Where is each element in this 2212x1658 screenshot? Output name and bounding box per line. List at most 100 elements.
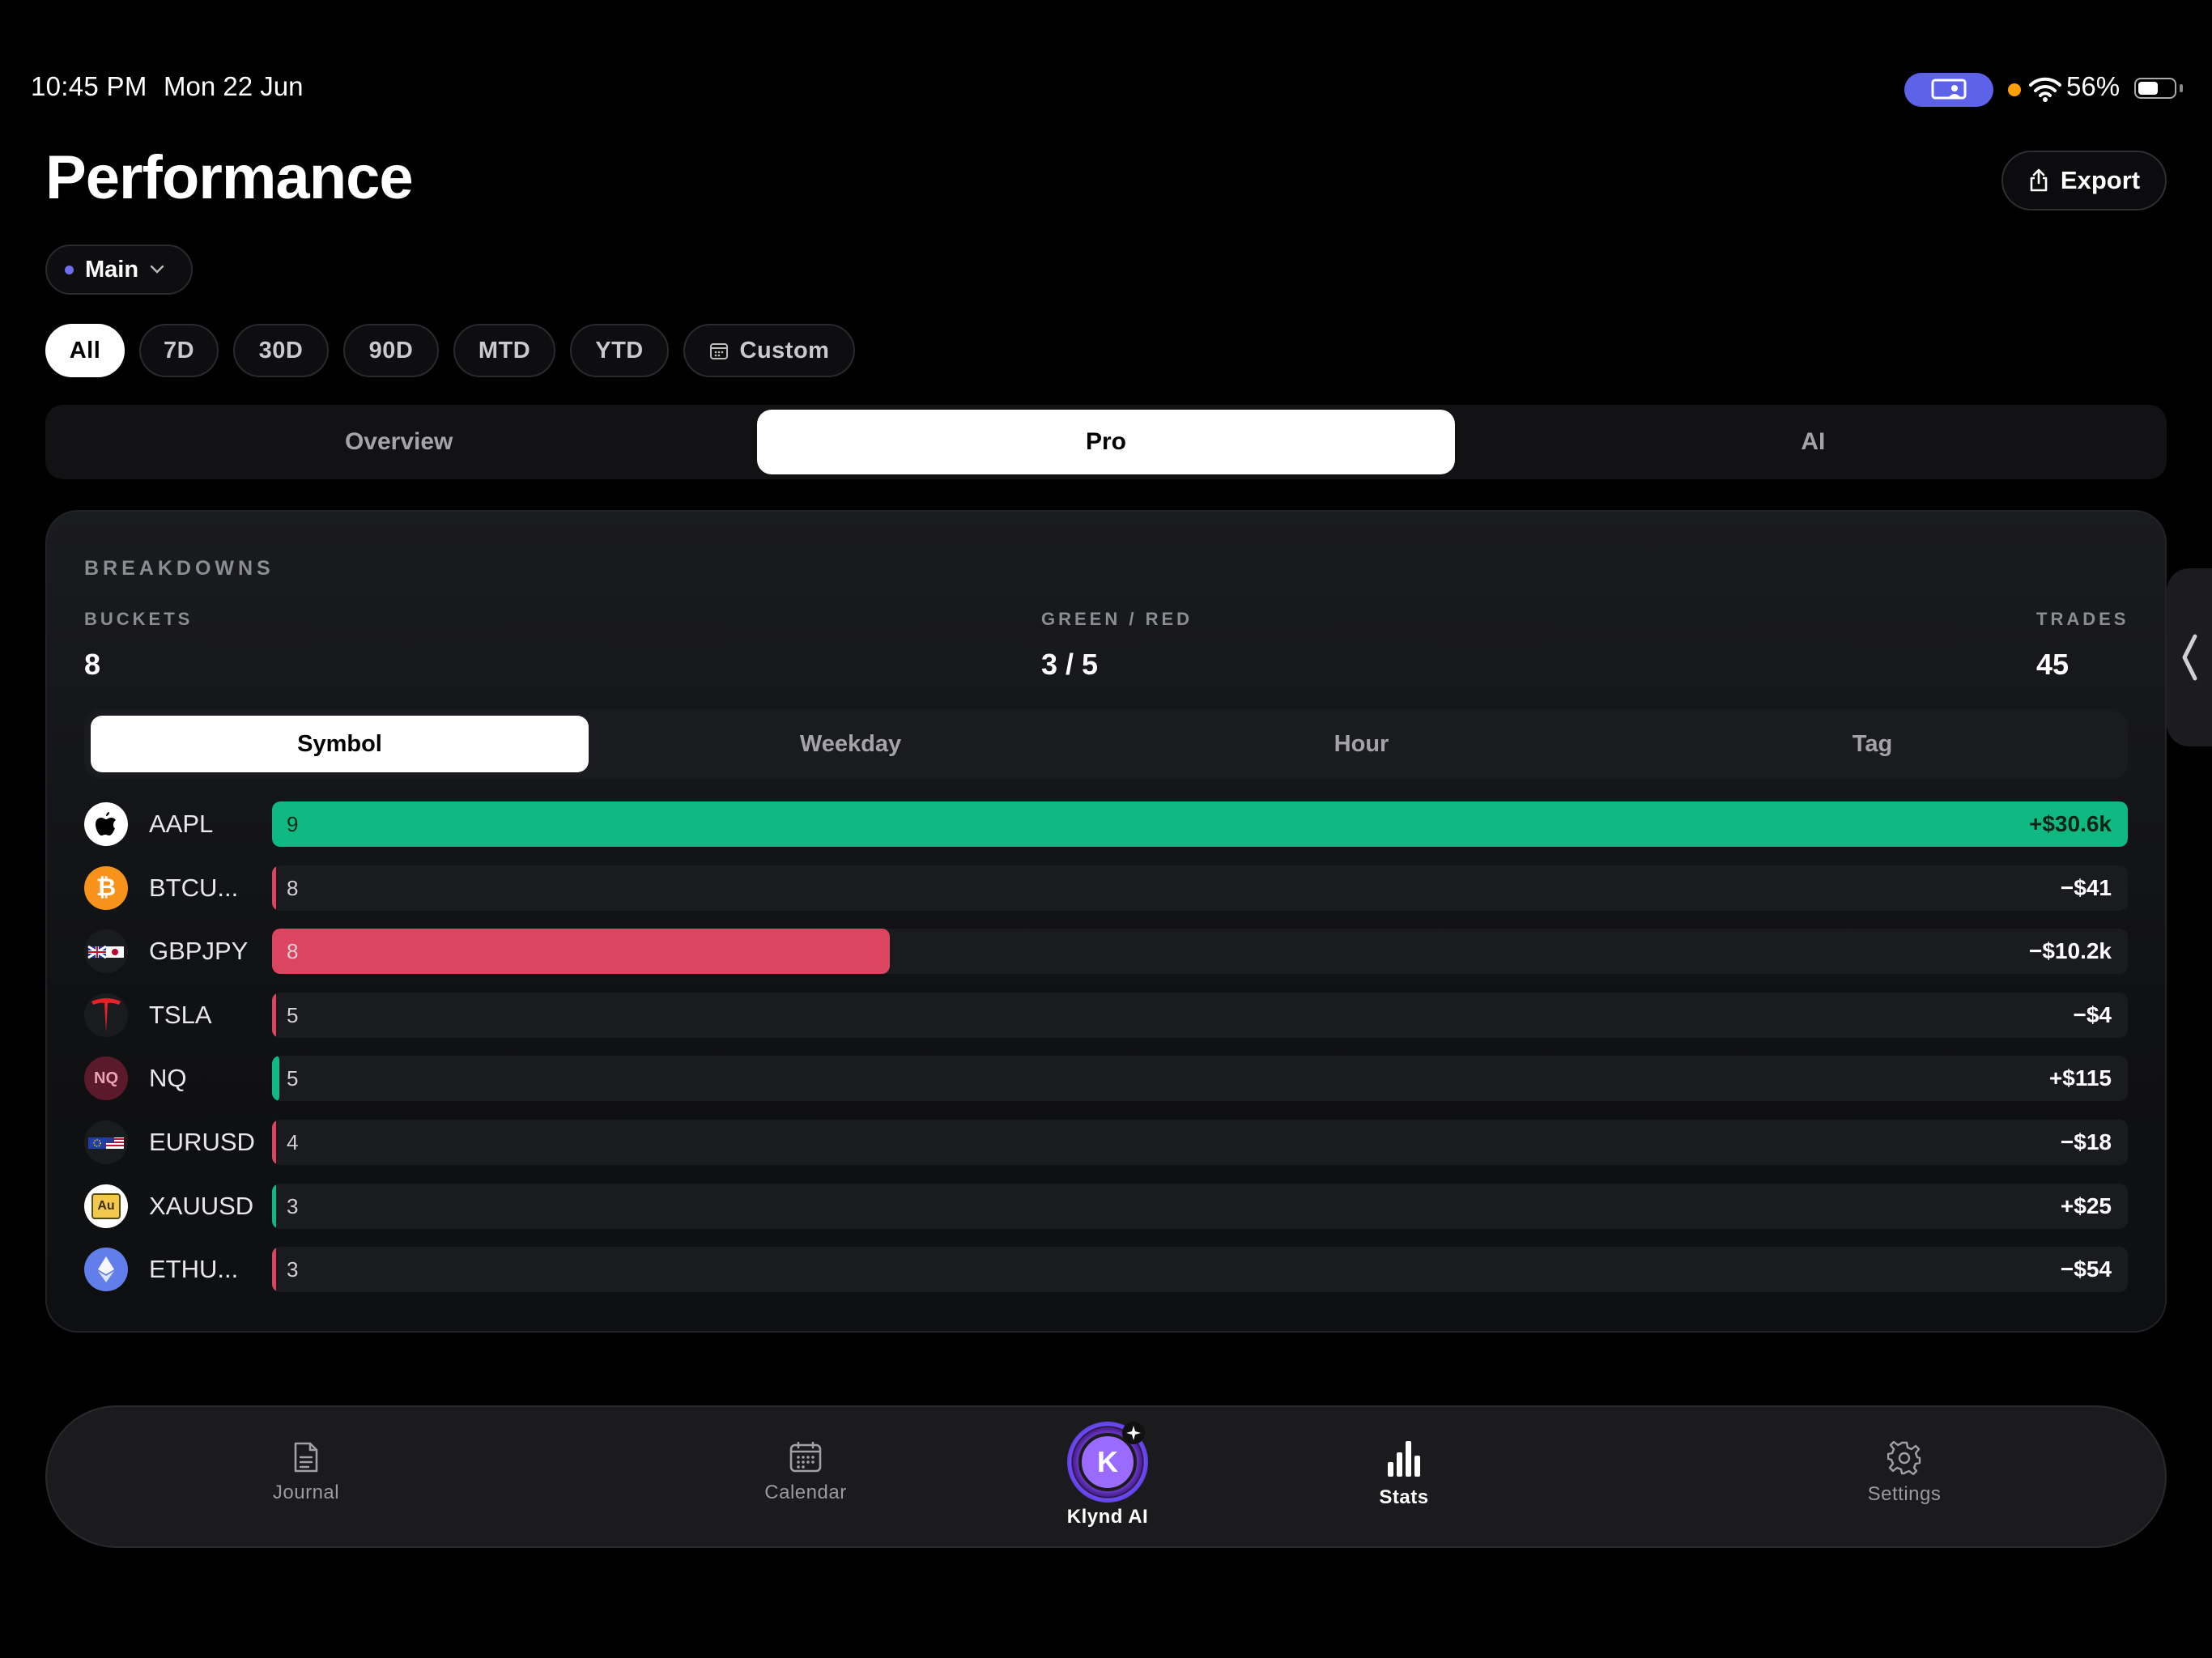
table-row[interactable]: ₿ BTCU... 8 −$41 [84, 865, 2128, 911]
symbol-name: GBPJPY [149, 937, 249, 966]
pnl-bar-track: 3 −$54 [272, 1247, 2128, 1293]
pnl-bar-track: 5 +$115 [272, 1056, 2128, 1102]
battery-icon [2134, 78, 2176, 99]
gear-icon [1887, 1441, 1921, 1475]
nq-icon: NQ [84, 1056, 128, 1101]
bar-chart-icon [1388, 1441, 1420, 1477]
tab-weekday[interactable]: Weekday [602, 716, 1100, 772]
symbol-name: NQ [149, 1064, 187, 1093]
tab-stats[interactable]: Stats [1307, 1439, 1501, 1509]
eurusd-flag-icon [84, 1120, 128, 1164]
pnl-bar-track: 8 −$10.2k [272, 929, 2128, 975]
tab-calendar[interactable]: Calendar [708, 1441, 903, 1504]
tab-journal[interactable]: Journal [209, 1441, 403, 1504]
pnl-value: −$10.2k [2029, 938, 2112, 964]
table-row[interactable]: ETHU... 3 −$54 [84, 1247, 2128, 1293]
trade-count: 8 [287, 939, 299, 964]
trades-value: 45 [2036, 648, 2069, 681]
sparkle-icon [1122, 1422, 1145, 1444]
greenred-value: 3 / 5 [1041, 648, 1099, 681]
range-7d-button[interactable]: 7D [139, 324, 219, 377]
tesla-icon [84, 993, 128, 1037]
pnl-value: +$115 [2048, 1065, 2112, 1091]
gold-icon-label: Au [91, 1192, 121, 1219]
trade-count: 4 [287, 1129, 299, 1154]
account-selector[interactable]: Main [45, 244, 193, 295]
pnl-value: +$25 [2060, 1192, 2112, 1218]
table-row[interactable]: AAPL 9 +$30.6k [84, 801, 2128, 847]
pnl-value: +$30.6k [2029, 811, 2112, 836]
date-range-filters: All 7D 30D 90D MTD YTD Custom [45, 324, 855, 377]
table-row[interactable]: GBPJPY 8 −$10.2k [84, 929, 2128, 975]
screen-mirroring-icon[interactable] [1904, 73, 1993, 107]
main-tabs: Overview Pro AI [45, 405, 2167, 479]
range-all-button[interactable]: All [45, 324, 125, 377]
range-custom-button[interactable]: Custom [683, 324, 855, 377]
pnl-bar-track: 9 +$30.6k [272, 801, 2128, 847]
pnl-bar-track: 4 −$18 [272, 1119, 2128, 1165]
battery-percentage: 56% [2066, 71, 2121, 101]
recording-indicator [2008, 83, 2021, 96]
tab-symbol[interactable]: Symbol [91, 716, 589, 772]
tab-overview[interactable]: Overview [50, 410, 747, 474]
bitcoin-icon: ₿ [84, 865, 128, 910]
calendar-icon [709, 343, 728, 359]
symbol-breakdown-list: AAPL 9 +$30.6k ₿ BTCU... 8 −$41 GBPJPY 8… [84, 801, 2128, 1311]
pnl-bar-fill [272, 801, 2128, 847]
buckets-value: 8 [84, 648, 101, 681]
pnl-bar-fill [272, 865, 276, 911]
tab-hour[interactable]: Hour [1112, 716, 1610, 772]
status-date: Mon 22 Jun [164, 71, 304, 101]
trade-count: 9 [287, 812, 299, 836]
pnl-value: −$18 [2060, 1129, 2112, 1154]
pnl-bar-fill [272, 992, 276, 1038]
range-mtd-button[interactable]: MTD [453, 324, 555, 377]
page-title: Performance [45, 143, 414, 212]
trade-count: 8 [287, 875, 299, 900]
account-dot [65, 265, 74, 274]
tab-tag[interactable]: Tag [1623, 716, 2121, 772]
pnl-bar-fill [272, 1119, 276, 1165]
pnl-bar-track: 8 −$41 [272, 865, 2128, 911]
chevron-down-icon [150, 265, 164, 274]
tab-klynd-ai-label: Klynd AI [1066, 1506, 1149, 1528]
trade-count: 3 [287, 1257, 299, 1282]
pnl-value: −$4 [2073, 1001, 2112, 1027]
account-label: Main [85, 256, 139, 283]
tab-klynd-ai[interactable]: Klynd AI [1010, 1506, 1205, 1528]
pnl-bar-track: 5 −$4 [272, 992, 2128, 1038]
pnl-value: −$41 [2060, 874, 2112, 900]
range-90d-button[interactable]: 90D [343, 324, 439, 377]
range-ytd-button[interactable]: YTD [570, 324, 669, 377]
table-row[interactable]: Au XAUUSD 3 +$25 [84, 1183, 2128, 1229]
chevron-left-icon [2182, 634, 2197, 681]
tab-pro[interactable]: Pro [757, 410, 1455, 474]
table-row[interactable]: NQ NQ 5 +$115 [84, 1056, 2128, 1102]
tab-settings-label: Settings [1867, 1483, 1942, 1505]
pnl-bar-track: 3 +$25 [272, 1183, 2128, 1229]
symbol-name: BTCU... [149, 873, 239, 902]
apple-icon [84, 802, 128, 846]
trades-label: TRADES [2036, 609, 2129, 629]
pnl-value: −$54 [2060, 1256, 2112, 1282]
trade-count: 3 [287, 1193, 299, 1218]
share-icon [2030, 168, 2048, 192]
symbol-name: XAUUSD [149, 1191, 254, 1220]
pnl-bar-fill [272, 929, 890, 975]
side-panel-handle[interactable] [2167, 568, 2212, 746]
tab-ai[interactable]: AI [1465, 410, 2162, 474]
tab-calendar-label: Calendar [764, 1482, 847, 1503]
calendar-icon [789, 1441, 822, 1473]
wifi-icon [2029, 76, 2061, 102]
table-row[interactable]: TSLA 5 −$4 [84, 992, 2128, 1038]
gbpjpy-flag-icon [84, 929, 128, 974]
pnl-bar-fill [272, 1247, 276, 1293]
tab-settings[interactable]: Settings [1807, 1441, 2001, 1506]
export-button[interactable]: Export [2001, 151, 2167, 210]
symbol-name: TSLA [149, 1000, 212, 1029]
symbol-name: AAPL [149, 810, 214, 838]
range-30d-button[interactable]: 30D [233, 324, 329, 377]
trade-count: 5 [287, 1066, 299, 1091]
table-row[interactable]: EURUSD 4 −$18 [84, 1119, 2128, 1165]
buckets-label: BUCKETS [84, 609, 194, 629]
